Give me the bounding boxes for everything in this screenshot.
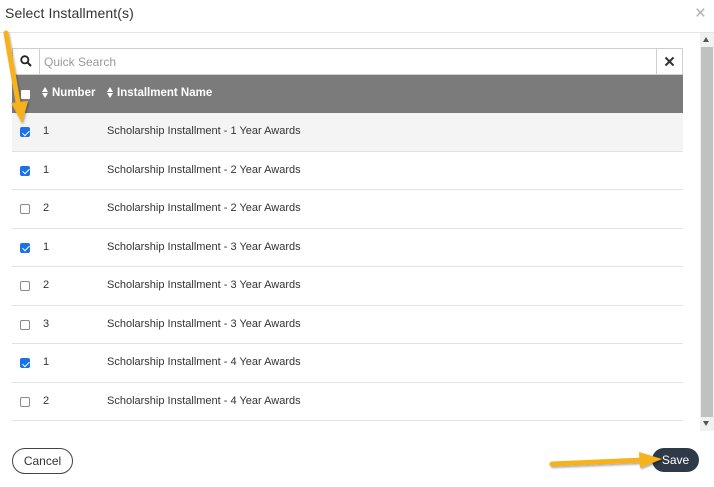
installment-number: 1 [43,163,50,176]
table-row[interactable]: 2 Scholarship Installment - 3 Year Awards [12,267,683,306]
column-label-installment-name: Installment Name [117,87,213,99]
row-checkbox[interactable] [20,127,30,137]
scroll-up-arrow-icon[interactable] [703,37,709,42]
select-installments-modal: Select Installment(s) × Number Installme… [0,0,714,487]
row-checkbox[interactable] [20,358,30,368]
select-all-checkbox[interactable] [21,90,30,99]
installment-name: Scholarship Installment - 3 Year Awards [107,240,301,253]
sort-icon [41,87,50,99]
column-header-installment-name[interactable]: Installment Name [106,87,212,99]
row-checkbox[interactable] [20,396,30,407]
close-icon[interactable]: × [695,4,706,24]
sort-icon [106,87,115,99]
modal-title: Select Installment(s) [5,5,134,21]
installment-name: Scholarship Installment - 4 Year Awards [107,394,301,407]
table-row[interactable]: 3 Scholarship Installment - 3 Year Awards [12,306,683,344]
scroll-thumb[interactable] [701,47,713,417]
installment-list: 1 Scholarship Installment - 1 Year Awards… [12,113,683,421]
installment-number: 2 [43,202,50,214]
scroll-down-arrow-icon[interactable] [703,421,709,426]
search-icon [13,49,39,74]
search-separator [39,49,40,74]
installment-number: 3 [43,317,50,330]
installment-name: Scholarship Installment - 4 Year Awards [107,356,301,368]
table-row[interactable]: 1 Scholarship Installment - 1 Year Awards [12,113,683,152]
table-row[interactable]: 1 Scholarship Installment - 4 Year Awards [12,344,683,383]
table-row[interactable]: 1 Scholarship Installment - 3 Year Awards [12,229,683,267]
installment-number: 1 [43,125,50,137]
installment-name: Scholarship Installment - 3 Year Awards [107,317,301,330]
row-checkbox[interactable] [20,319,30,330]
title-divider [0,32,714,33]
installment-number: 2 [43,279,50,291]
row-checkbox[interactable] [20,242,30,253]
vertical-scrollbar[interactable] [700,33,714,431]
installment-name: Scholarship Installment - 2 Year Awards [107,163,301,176]
table-row[interactable]: 2 Scholarship Installment - 4 Year Awards [12,383,683,421]
installment-name: Scholarship Installment - 2 Year Awards [107,202,301,214]
installment-name: Scholarship Installment - 1 Year Awards [107,125,301,137]
installment-number: 2 [43,394,50,407]
clear-search-button[interactable] [656,49,682,74]
table-row[interactable]: 2 Scholarship Installment - 2 Year Awards [12,190,683,229]
row-checkbox[interactable] [20,165,30,176]
quick-search-input[interactable] [41,49,655,74]
row-checkbox[interactable] [20,281,30,291]
installment-name: Scholarship Installment - 3 Year Awards [107,279,301,291]
column-header-number[interactable]: Number [41,87,95,99]
quick-search-bar [12,48,683,75]
close-icon [664,56,675,67]
row-checkbox[interactable] [20,204,30,214]
cancel-button[interactable]: Cancel [12,448,73,474]
table-row[interactable]: 1 Scholarship Installment - 2 Year Awards [12,152,683,190]
arrow-pointing-to-save-button [549,452,662,468]
installment-number: 1 [43,356,50,368]
save-button[interactable]: Save [652,448,699,472]
column-label-number: Number [52,87,96,99]
installment-number: 1 [43,240,50,253]
table-header: Number Installment Name [12,75,683,113]
